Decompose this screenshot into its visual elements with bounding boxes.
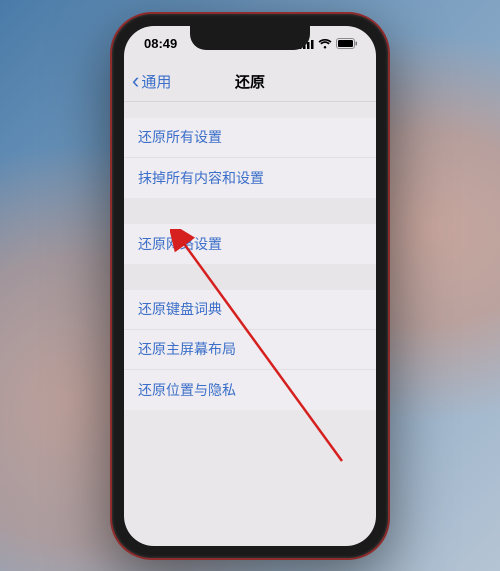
page-title: 还原 (235, 71, 265, 92)
phone-frame: 08:49 ‹ 通用 还原 还原所有设置 (110, 12, 390, 560)
reset-network-settings-row[interactable]: 还原网络设置 (124, 224, 376, 264)
erase-all-content-row[interactable]: 抹掉所有内容和设置 (124, 158, 376, 198)
reset-keyboard-dictionary-row[interactable]: 还原键盘词典 (124, 290, 376, 330)
phone-notch (190, 26, 310, 50)
back-button[interactable]: ‹ 通用 (124, 68, 171, 94)
row-label: 还原主屏幕布局 (138, 339, 236, 359)
status-time: 08:49 (144, 36, 177, 51)
content-area: 还原所有设置 抹掉所有内容和设置 还原网络设置 还原键盘词典 还原主屏幕布局 还… (124, 118, 376, 410)
reset-home-screen-row[interactable]: 还原主屏幕布局 (124, 330, 376, 370)
back-label: 通用 (141, 71, 171, 92)
row-label: 还原位置与隐私 (138, 380, 236, 400)
row-label: 还原所有设置 (138, 127, 222, 147)
navigation-bar: ‹ 通用 还原 (124, 62, 376, 102)
row-label: 还原网络设置 (138, 234, 222, 254)
settings-group: 还原键盘词典 还原主屏幕布局 还原位置与隐私 (124, 290, 376, 410)
row-label: 还原键盘词典 (138, 299, 222, 319)
wifi-icon (318, 39, 332, 49)
row-label: 抹掉所有内容和设置 (138, 168, 264, 188)
settings-group: 还原网络设置 (124, 224, 376, 264)
settings-group: 还原所有设置 抹掉所有内容和设置 (124, 118, 376, 198)
battery-icon (336, 38, 358, 49)
phone-screen: 08:49 ‹ 通用 还原 还原所有设置 (124, 26, 376, 546)
chevron-left-icon: ‹ (132, 68, 139, 94)
reset-all-settings-row[interactable]: 还原所有设置 (124, 118, 376, 158)
reset-location-privacy-row[interactable]: 还原位置与隐私 (124, 370, 376, 410)
